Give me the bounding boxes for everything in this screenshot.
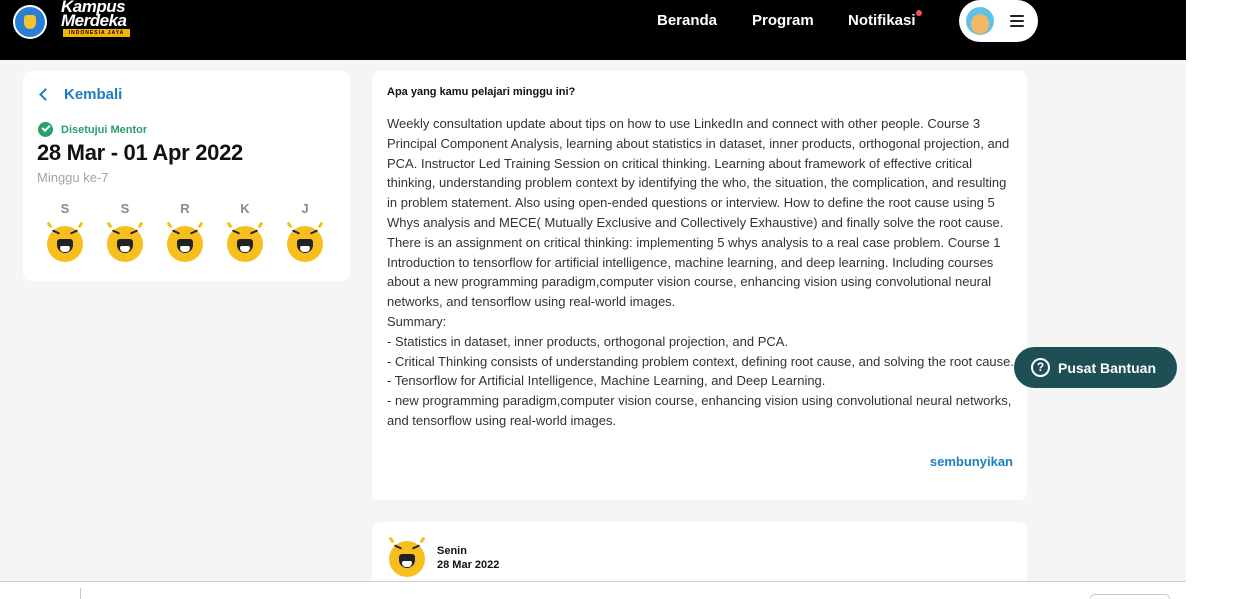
nav-link-beranda[interactable]: Beranda bbox=[657, 12, 717, 30]
laughing-face-icon bbox=[387, 536, 427, 577]
day-item[interactable]: R bbox=[165, 202, 205, 262]
daily-mood-row: S S R K J bbox=[45, 202, 325, 262]
laughing-face-icon bbox=[45, 221, 85, 262]
week-date-range: 28 Mar - 01 Apr 2022 bbox=[37, 140, 243, 165]
kemdikbud-logo-icon[interactable] bbox=[13, 5, 47, 39]
back-button[interactable]: Kembali bbox=[37, 86, 122, 103]
day-letter: S bbox=[60, 201, 70, 216]
logo-tagline: INDONESIA JAYA bbox=[63, 29, 130, 37]
day-item[interactable]: S bbox=[45, 202, 85, 262]
entry-day: Senin bbox=[437, 545, 467, 557]
help-center-button[interactable]: ? Pusat Bantuan bbox=[1014, 347, 1177, 388]
help-center-label: Pusat Bantuan bbox=[1058, 359, 1157, 376]
week-number: Minggu ke-7 bbox=[37, 170, 109, 185]
summary-item: - new programming paradigm,computer visi… bbox=[387, 393, 1012, 428]
approval-status-label: Disetujui Mentor bbox=[61, 123, 148, 136]
day-item[interactable]: J bbox=[285, 202, 325, 262]
top-navbar: Kampus Merdeka INDONESIA JAYA Beranda Pr… bbox=[0, 0, 1186, 60]
back-label: Kembali bbox=[64, 86, 123, 103]
day-item[interactable]: S bbox=[105, 202, 145, 262]
week-summary-card: Kembali Disetujui Mentor 28 Mar - 01 Apr… bbox=[23, 71, 350, 281]
report-answer: Weekly consultation update about tips on… bbox=[387, 114, 1015, 431]
entry-date: 28 Mar 2022 bbox=[437, 559, 500, 571]
chevron-left-icon bbox=[39, 88, 52, 101]
laughing-face-icon bbox=[285, 221, 325, 262]
day-item[interactable]: K bbox=[225, 202, 265, 262]
avatar bbox=[966, 7, 994, 35]
logo-line-2: Merdeka bbox=[61, 11, 127, 30]
report-question: Apa yang kamu pelajari minggu ini? bbox=[387, 86, 576, 98]
day-letter: J bbox=[301, 201, 309, 216]
laughing-face-icon bbox=[105, 221, 145, 262]
day-letter: K bbox=[240, 201, 250, 216]
weekly-report-card: Apa yang kamu pelajari minggu ini? Weekl… bbox=[372, 71, 1027, 500]
profile-menu-button[interactable] bbox=[959, 0, 1038, 42]
report-paragraph: Weekly consultation update about tips on… bbox=[387, 116, 1010, 310]
summary-heading: Summary: bbox=[387, 313, 447, 329]
summary-item: - Critical Thinking consists of understa… bbox=[387, 353, 1014, 369]
bottom-control[interactable] bbox=[1090, 594, 1170, 599]
summary-item: - Tensorflow for Artificial Intelligence… bbox=[387, 373, 826, 389]
day-letter: S bbox=[120, 201, 130, 216]
laughing-face-icon bbox=[225, 221, 265, 262]
hide-link[interactable]: sembunyikan bbox=[930, 454, 1013, 469]
check-circle-icon bbox=[38, 122, 53, 137]
notification-dot-icon bbox=[916, 10, 922, 16]
hamburger-icon bbox=[1010, 15, 1024, 27]
day-letter: R bbox=[180, 201, 190, 216]
page: Kampus Merdeka INDONESIA JAYA Beranda Pr… bbox=[0, 0, 1186, 599]
laughing-face-icon bbox=[165, 221, 205, 262]
approval-status: Disetujui Mentor bbox=[38, 122, 147, 137]
question-circle-icon: ? bbox=[1031, 358, 1050, 377]
bottom-bar bbox=[0, 581, 1186, 599]
nav-link-notifikasi[interactable]: Notifikasi bbox=[848, 12, 916, 30]
nav-link-program[interactable]: Program bbox=[752, 12, 814, 30]
summary-item: - Statistics in dataset, inner products,… bbox=[387, 333, 789, 349]
kampus-merdeka-logo[interactable]: Kampus Merdeka bbox=[61, 0, 127, 30]
divider bbox=[80, 588, 81, 599]
